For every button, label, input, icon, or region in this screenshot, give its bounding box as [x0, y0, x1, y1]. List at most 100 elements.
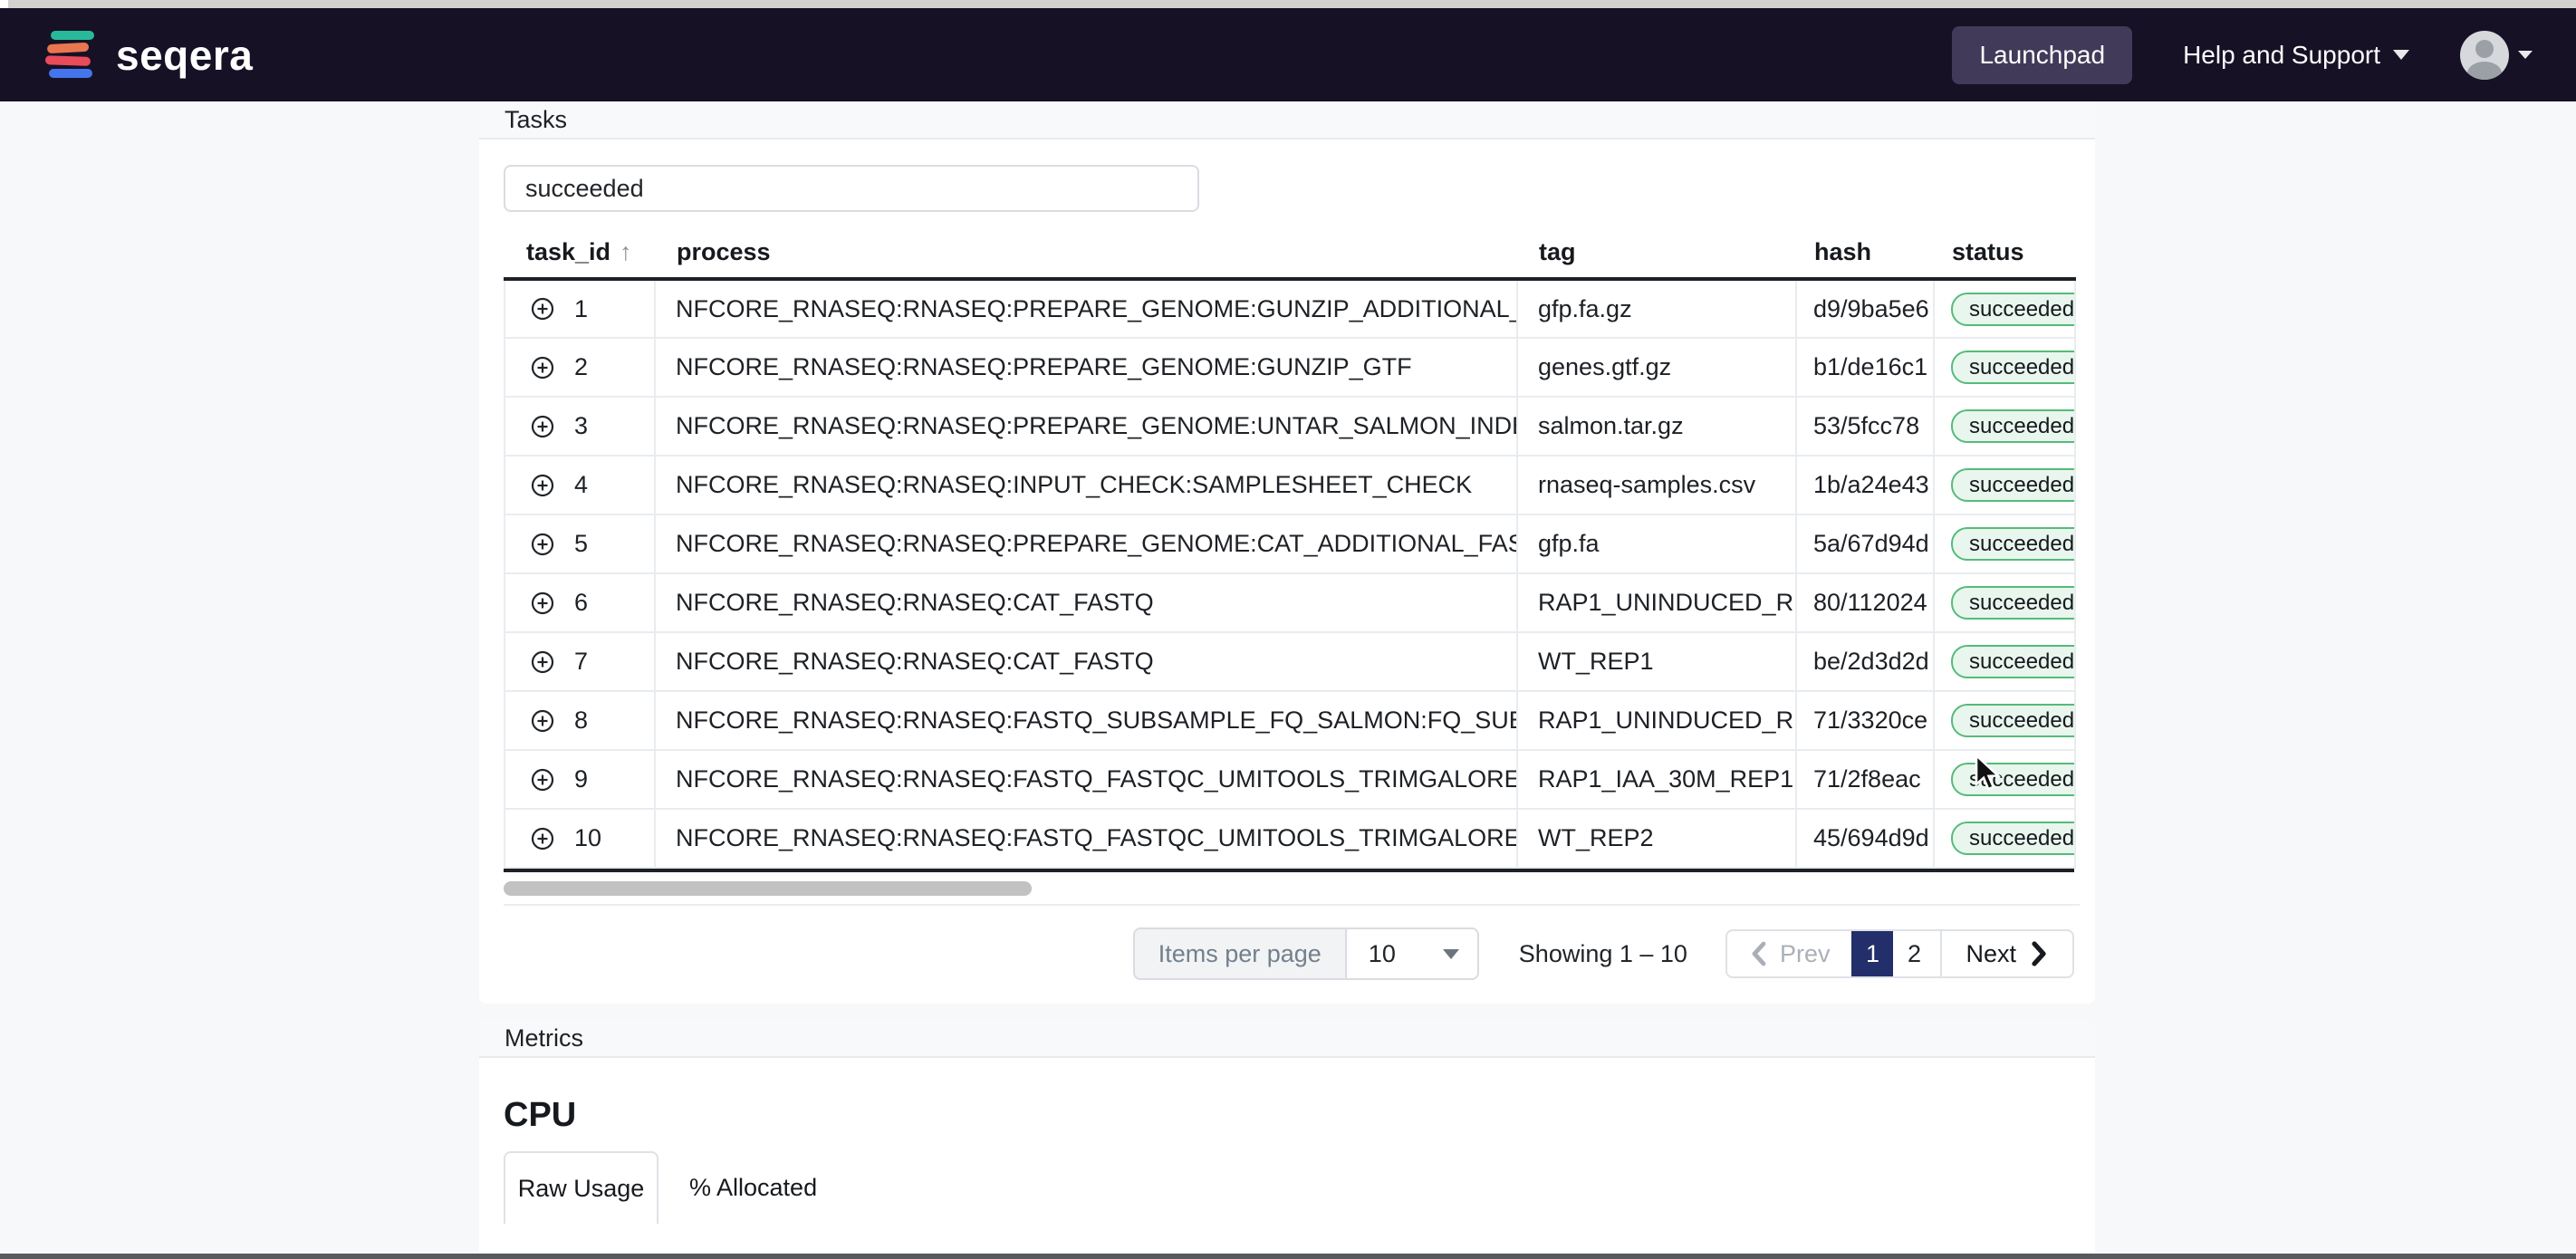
table-row[interactable]: 10 NFCORE_RNASEQ:RNASEQ:FASTQ_FASTQC_UMI…: [504, 809, 2076, 869]
table-row[interactable]: 7 NFCORE_RNASEQ:RNASEQ:CAT_FASTQ WT_REP1…: [504, 632, 2076, 692]
status-badge: succeeded: [1951, 527, 2073, 561]
tag-cell: salmon.tar.gz: [1516, 397, 1796, 457]
tasks-table: task_id ↑ process tag hash status 1 NFCOR…: [504, 226, 2076, 869]
task-id-value: 9: [574, 765, 589, 793]
task-id-value: 2: [574, 353, 589, 380]
help-menu-label: Help and Support: [2183, 40, 2380, 69]
showing-range-text: Showing 1 – 10: [1518, 939, 1687, 967]
task-id-value: 8: [574, 706, 589, 734]
column-header-tag[interactable]: tag: [1517, 226, 1796, 279]
expand-row-icon[interactable]: [531, 474, 554, 497]
table-row[interactable]: 3 NFCORE_RNASEQ:RNASEQ:PREPARE_GENOME:UN…: [504, 397, 2076, 457]
browser-edge-strip: [0, 0, 2576, 8]
task-id-value: 3: [574, 412, 589, 439]
page-button-2[interactable]: 2: [1893, 931, 1935, 976]
expand-row-icon[interactable]: [531, 415, 554, 438]
items-per-page-label: Items per page: [1132, 927, 1345, 980]
tasks-title: Tasks: [505, 105, 568, 133]
column-header-hash[interactable]: hash: [1796, 226, 1934, 279]
hash-cell: 71/2f8eac: [1795, 750, 1934, 810]
expand-row-icon[interactable]: [531, 591, 554, 615]
expand-row-icon[interactable]: [531, 827, 554, 851]
next-page-button[interactable]: Next: [1942, 940, 2072, 968]
task-id-value: 6: [574, 589, 589, 616]
user-menu[interactable]: [2460, 30, 2533, 80]
hash-cell: 1b/a24e43: [1795, 456, 1934, 515]
status-badge: succeeded: [1951, 704, 2073, 737]
expand-row-icon[interactable]: [531, 356, 554, 380]
avatar: [2460, 30, 2509, 80]
seqera-logo-icon: [43, 29, 100, 82]
hash-cell: 5a/67d94d: [1795, 514, 1934, 574]
process-cell: NFCORE_RNASEQ:RNASEQ:CAT_FASTQ: [654, 632, 1517, 692]
expand-row-icon[interactable]: [531, 768, 554, 792]
tab-raw-usage[interactable]: Raw Usage: [504, 1151, 658, 1224]
avatar-person-icon: [2475, 39, 2494, 58]
launchpad-button[interactable]: Launchpad: [1952, 25, 2133, 84]
tag-cell: gfp.fa.gz: [1516, 279, 1796, 339]
hash-cell: 80/112024: [1795, 573, 1934, 633]
table-row[interactable]: 5 NFCORE_RNASEQ:RNASEQ:PREPARE_GENOME:CA…: [504, 514, 2076, 574]
task-id-value: 4: [574, 471, 589, 498]
column-header-process[interactable]: process: [655, 226, 1517, 279]
metrics-title: Metrics: [505, 1024, 583, 1052]
expand-row-icon[interactable]: [531, 709, 554, 733]
table-row[interactable]: 9 NFCORE_RNASEQ:RNASEQ:FASTQ_FASTQC_UMIT…: [504, 750, 2076, 810]
table-header-row: task_id ↑ process tag hash status: [505, 226, 2075, 279]
page-button-1[interactable]: 1: [1851, 931, 1894, 976]
metrics-card-header: Metrics: [479, 1020, 2095, 1058]
tag-cell: RAP1_UNINDUCED_REP2: [1516, 573, 1796, 633]
hash-cell: d9/9ba5e6: [1795, 279, 1934, 339]
horizontal-scrollbar-thumb[interactable]: [504, 881, 1032, 896]
process-cell: NFCORE_RNASEQ:RNASEQ:PREPARE_GENOME:GUNZ…: [654, 338, 1517, 398]
expand-row-icon[interactable]: [531, 533, 554, 556]
hash-cell: 45/694d9d: [1795, 809, 1934, 869]
tasks-search-input[interactable]: [504, 165, 1199, 212]
tag-cell: WT_REP1: [1516, 632, 1796, 692]
caret-down-icon: [2393, 50, 2409, 60]
status-badge: succeeded: [1951, 351, 2073, 384]
metrics-tabs: Raw Usage % Allocated: [504, 1151, 2074, 1224]
tasks-table-body: 1 NFCORE_RNASEQ:RNASEQ:PREPARE_GENOME:GU…: [504, 279, 2076, 869]
tag-cell: RAP1_IAA_30M_REP1: [1516, 750, 1796, 810]
table-row[interactable]: 8 NFCORE_RNASEQ:RNASEQ:FASTQ_SUBSAMPLE_F…: [504, 691, 2076, 751]
process-cell: NFCORE_RNASEQ:RNASEQ:FASTQ_SUBSAMPLE_FQ_…: [654, 691, 1517, 751]
tag-cell: WT_REP2: [1516, 809, 1796, 869]
hash-cell: b1/de16c1: [1795, 338, 1934, 398]
chevron-right-icon: [2032, 941, 2046, 966]
help-and-support-menu[interactable]: Help and Support: [2183, 41, 2409, 70]
items-per-page-control: Items per page 10: [1132, 927, 1479, 980]
table-bottom-border: [504, 869, 2074, 872]
tag-cell: gfp.fa: [1516, 514, 1796, 574]
bottom-edge-bar: [0, 1254, 2576, 1259]
caret-down-icon: [1442, 948, 1459, 959]
process-cell: NFCORE_RNASEQ:RNASEQ:PREPARE_GENOME:CAT_…: [654, 514, 1517, 574]
expand-row-icon[interactable]: [531, 650, 554, 674]
status-badge: succeeded: [1951, 586, 2073, 620]
cpu-section-heading: CPU: [504, 1096, 577, 1134]
hash-cell: 71/3320ce: [1795, 691, 1934, 751]
pager: Prev 1 2 Next: [1725, 929, 2074, 978]
table-row[interactable]: 1 NFCORE_RNASEQ:RNASEQ:PREPARE_GENOME:GU…: [504, 279, 2076, 339]
status-badge: succeeded: [1951, 409, 2073, 443]
expand-row-icon[interactable]: [531, 297, 554, 321]
prev-page-button[interactable]: Prev: [1727, 940, 1852, 968]
column-header-task-id[interactable]: task_id ↑: [505, 226, 655, 279]
sort-ascending-icon: ↑: [620, 237, 632, 265]
column-header-status[interactable]: status: [1934, 226, 2075, 279]
brand-name: seqera: [116, 31, 254, 79]
pagination-bar: Items per page 10 Showing 1 – 10 Prev 1 …: [504, 927, 2074, 980]
task-id-value: 10: [574, 824, 602, 851]
process-cell: NFCORE_RNASEQ:RNASEQ:FASTQ_FASTQC_UMITOO…: [654, 809, 1517, 869]
process-cell: NFCORE_RNASEQ:RNASEQ:FASTQ_FASTQC_UMITOO…: [654, 750, 1517, 810]
task-id-value: 1: [574, 294, 589, 322]
status-badge: succeeded: [1951, 645, 2073, 678]
table-row[interactable]: 4 NFCORE_RNASEQ:RNASEQ:INPUT_CHECK:SAMPL…: [504, 456, 2076, 515]
seqera-logo[interactable]: seqera: [43, 29, 253, 82]
caret-down-icon: [2518, 51, 2533, 59]
items-per-page-select[interactable]: 10: [1344, 927, 1479, 980]
tab-percent-allocated[interactable]: % Allocated: [658, 1151, 848, 1224]
table-row[interactable]: 2 NFCORE_RNASEQ:RNASEQ:PREPARE_GENOME:GU…: [504, 338, 2076, 398]
hash-cell: 53/5fcc78: [1795, 397, 1934, 457]
table-row[interactable]: 6 NFCORE_RNASEQ:RNASEQ:CAT_FASTQ RAP1_UN…: [504, 573, 2076, 633]
